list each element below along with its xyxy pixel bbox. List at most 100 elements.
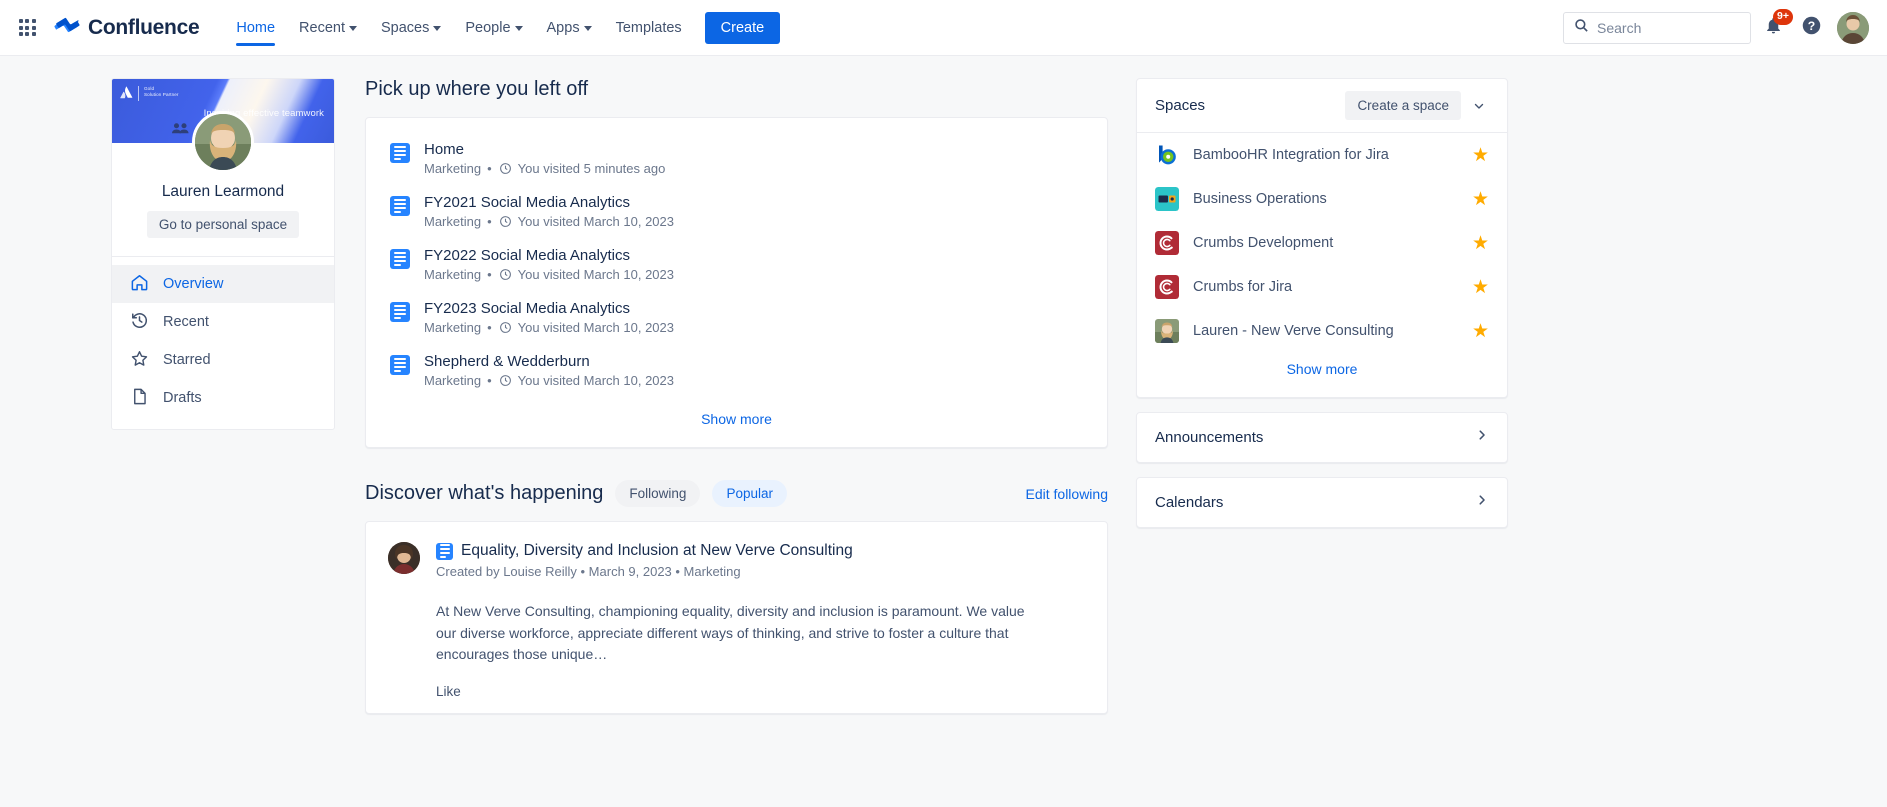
recent-item-space: Marketing (424, 161, 482, 176)
confluence-home-link[interactable]: Confluence (54, 12, 200, 43)
recent-item-title: FY2023 Social Media Analytics (424, 300, 630, 317)
page-icon (390, 143, 410, 163)
create-button[interactable]: Create (704, 11, 781, 44)
search-box[interactable] (1563, 11, 1751, 44)
space-list-item[interactable]: Business Operations ★ (1137, 177, 1507, 221)
recent-item-meta: Marketing • You visited 5 minutes ago (424, 161, 665, 176)
page-icon (390, 355, 410, 375)
feed-item-title[interactable]: Equality, Diversity and Inclusion at New… (436, 542, 1085, 560)
sidebar-item-overview[interactable]: Overview (112, 265, 334, 303)
notifications-button[interactable]: 9+ (1757, 8, 1793, 44)
bullet-separator: • (487, 161, 492, 176)
feed-item-title-text: Equality, Diversity and Inclusion at New… (461, 542, 853, 559)
spaces-show-more-link[interactable]: Show more (1287, 361, 1358, 377)
announcements-title: Announcements (1155, 429, 1264, 446)
chevron-right-icon (1475, 428, 1489, 447)
list-item[interactable]: FY2022 Social Media Analytics Marketing … (366, 238, 1107, 291)
nav-link-templates[interactable]: Templates (605, 0, 693, 56)
star-icon[interactable]: ★ (1472, 146, 1489, 165)
list-item[interactable]: FY2021 Social Media Analytics Marketing … (366, 185, 1107, 238)
discover-header: Discover what's happening Following Popu… (365, 480, 1108, 507)
user-avatar[interactable] (1837, 11, 1869, 44)
discover-title: Discover what's happening (365, 482, 604, 504)
left-sidebar-column: Gold Solution Partner Inspiring effectiv… (0, 78, 360, 807)
profile-nav-list: Overview Recent Starred Drafts (112, 256, 334, 429)
star-icon[interactable]: ★ (1472, 322, 1489, 341)
announcements-accordion-header[interactable]: Announcements (1137, 413, 1507, 462)
go-to-personal-space-button[interactable]: Go to personal space (146, 211, 300, 238)
list-item[interactable]: Home Marketing • You visited 5 minutes a… (366, 132, 1107, 185)
list-item[interactable]: FY2023 Social Media Analytics Marketing … (366, 291, 1107, 344)
business-ops-logo-icon (1155, 187, 1179, 211)
calendars-accordion-header[interactable]: Calendars (1137, 478, 1507, 527)
right-sidebar-column: Spaces Create a space BambooHR Integrati… (1108, 78, 1508, 807)
crumbs-logo-icon (1155, 231, 1179, 255)
calendars-title: Calendars (1155, 494, 1224, 511)
sidebar-item-recent[interactable]: Recent (112, 303, 334, 341)
tab-popular[interactable]: Popular (712, 480, 787, 507)
space-list-item[interactable]: Crumbs Development ★ (1137, 221, 1507, 265)
profile-banner: Gold Solution Partner Inspiring effectiv… (112, 79, 334, 173)
recent-item-meta: Marketing • You visited March 10, 2023 (424, 214, 674, 229)
sidebar-item-starred[interactable]: Starred (112, 341, 334, 379)
spaces-panel-title: Spaces (1155, 97, 1206, 114)
space-name: Crumbs Development (1193, 235, 1334, 251)
nav-link-apps[interactable]: Apps (536, 0, 603, 56)
nav-link-recent[interactable]: Recent (288, 0, 368, 56)
space-list-item[interactable]: Crumbs for Jira ★ (1137, 265, 1507, 309)
like-button[interactable]: Like (436, 684, 461, 699)
bamboohr-logo-icon (1155, 143, 1179, 167)
tab-following[interactable]: Following (615, 480, 701, 507)
profile-name: Lauren Learmond (161, 183, 285, 200)
recent-show-more-link[interactable]: Show more (701, 411, 772, 427)
nav-link-people-label: People (465, 19, 511, 36)
recent-item-space: Marketing (424, 373, 482, 388)
atlassian-logo-icon (120, 86, 133, 99)
announcements-panel: Announcements (1136, 412, 1508, 463)
clock-icon (499, 321, 512, 334)
nav-link-people[interactable]: People (454, 0, 533, 56)
chevron-down-icon (433, 26, 442, 31)
home-icon (130, 273, 149, 296)
atlassian-partner-badge: Gold Solution Partner (120, 86, 179, 101)
edit-following-link[interactable]: Edit following (1026, 486, 1109, 502)
space-list-item[interactable]: Lauren - New Verve Consulting ★ (1137, 309, 1507, 353)
spaces-panel-dropdown-button[interactable] (1465, 92, 1493, 120)
app-switcher-button[interactable] (10, 11, 44, 45)
page-icon (390, 196, 410, 216)
search-input[interactable] (1597, 19, 1740, 36)
star-icon[interactable]: ★ (1472, 190, 1489, 209)
nav-link-spaces[interactable]: Spaces (370, 0, 452, 56)
recent-item-space: Marketing (424, 320, 482, 335)
space-name: Business Operations (1193, 191, 1327, 207)
recent-item-visited: You visited March 10, 2023 (517, 320, 674, 335)
chevron-down-icon (1474, 103, 1484, 109)
confluence-logo-icon (54, 12, 80, 43)
star-icon[interactable]: ★ (1472, 278, 1489, 297)
page-content: Gold Solution Partner Inspiring effectiv… (0, 56, 1887, 807)
recent-item-visited: You visited March 10, 2023 (517, 373, 674, 388)
nav-link-home[interactable]: Home (225, 0, 286, 56)
crumbs-logo-icon (1155, 275, 1179, 299)
avatar (388, 542, 420, 574)
calendars-panel: Calendars (1136, 477, 1508, 528)
help-icon: ? (1801, 15, 1822, 41)
recent-item-meta: Marketing • You visited March 10, 2023 (424, 320, 674, 335)
create-a-space-button[interactable]: Create a space (1345, 91, 1461, 120)
recent-item-title: FY2021 Social Media Analytics (424, 194, 630, 211)
spaces-panel-header: Spaces Create a space (1137, 79, 1507, 133)
sidebar-item-drafts[interactable]: Drafts (112, 379, 334, 417)
feed-item-body: At New Verve Consulting, championing equ… (436, 603, 1025, 663)
top-navigation-bar: Confluence Home Recent Spaces People App… (0, 0, 1887, 56)
bullet-separator: • (487, 267, 492, 282)
feed-row: Equality, Diversity and Inclusion at New… (388, 542, 1085, 579)
help-button[interactable]: ? (1795, 12, 1827, 44)
sidebar-item-overview-label: Overview (163, 276, 224, 292)
search-icon (1574, 18, 1589, 38)
nav-link-apps-label: Apps (546, 19, 580, 36)
space-list-item[interactable]: BambooHR Integration for Jira ★ (1137, 133, 1507, 177)
star-icon[interactable]: ★ (1472, 234, 1489, 253)
clock-icon (499, 374, 512, 387)
list-item[interactable]: Shepherd & Wedderburn Marketing • You vi… (366, 344, 1107, 397)
partner-tier: Gold (144, 86, 155, 91)
